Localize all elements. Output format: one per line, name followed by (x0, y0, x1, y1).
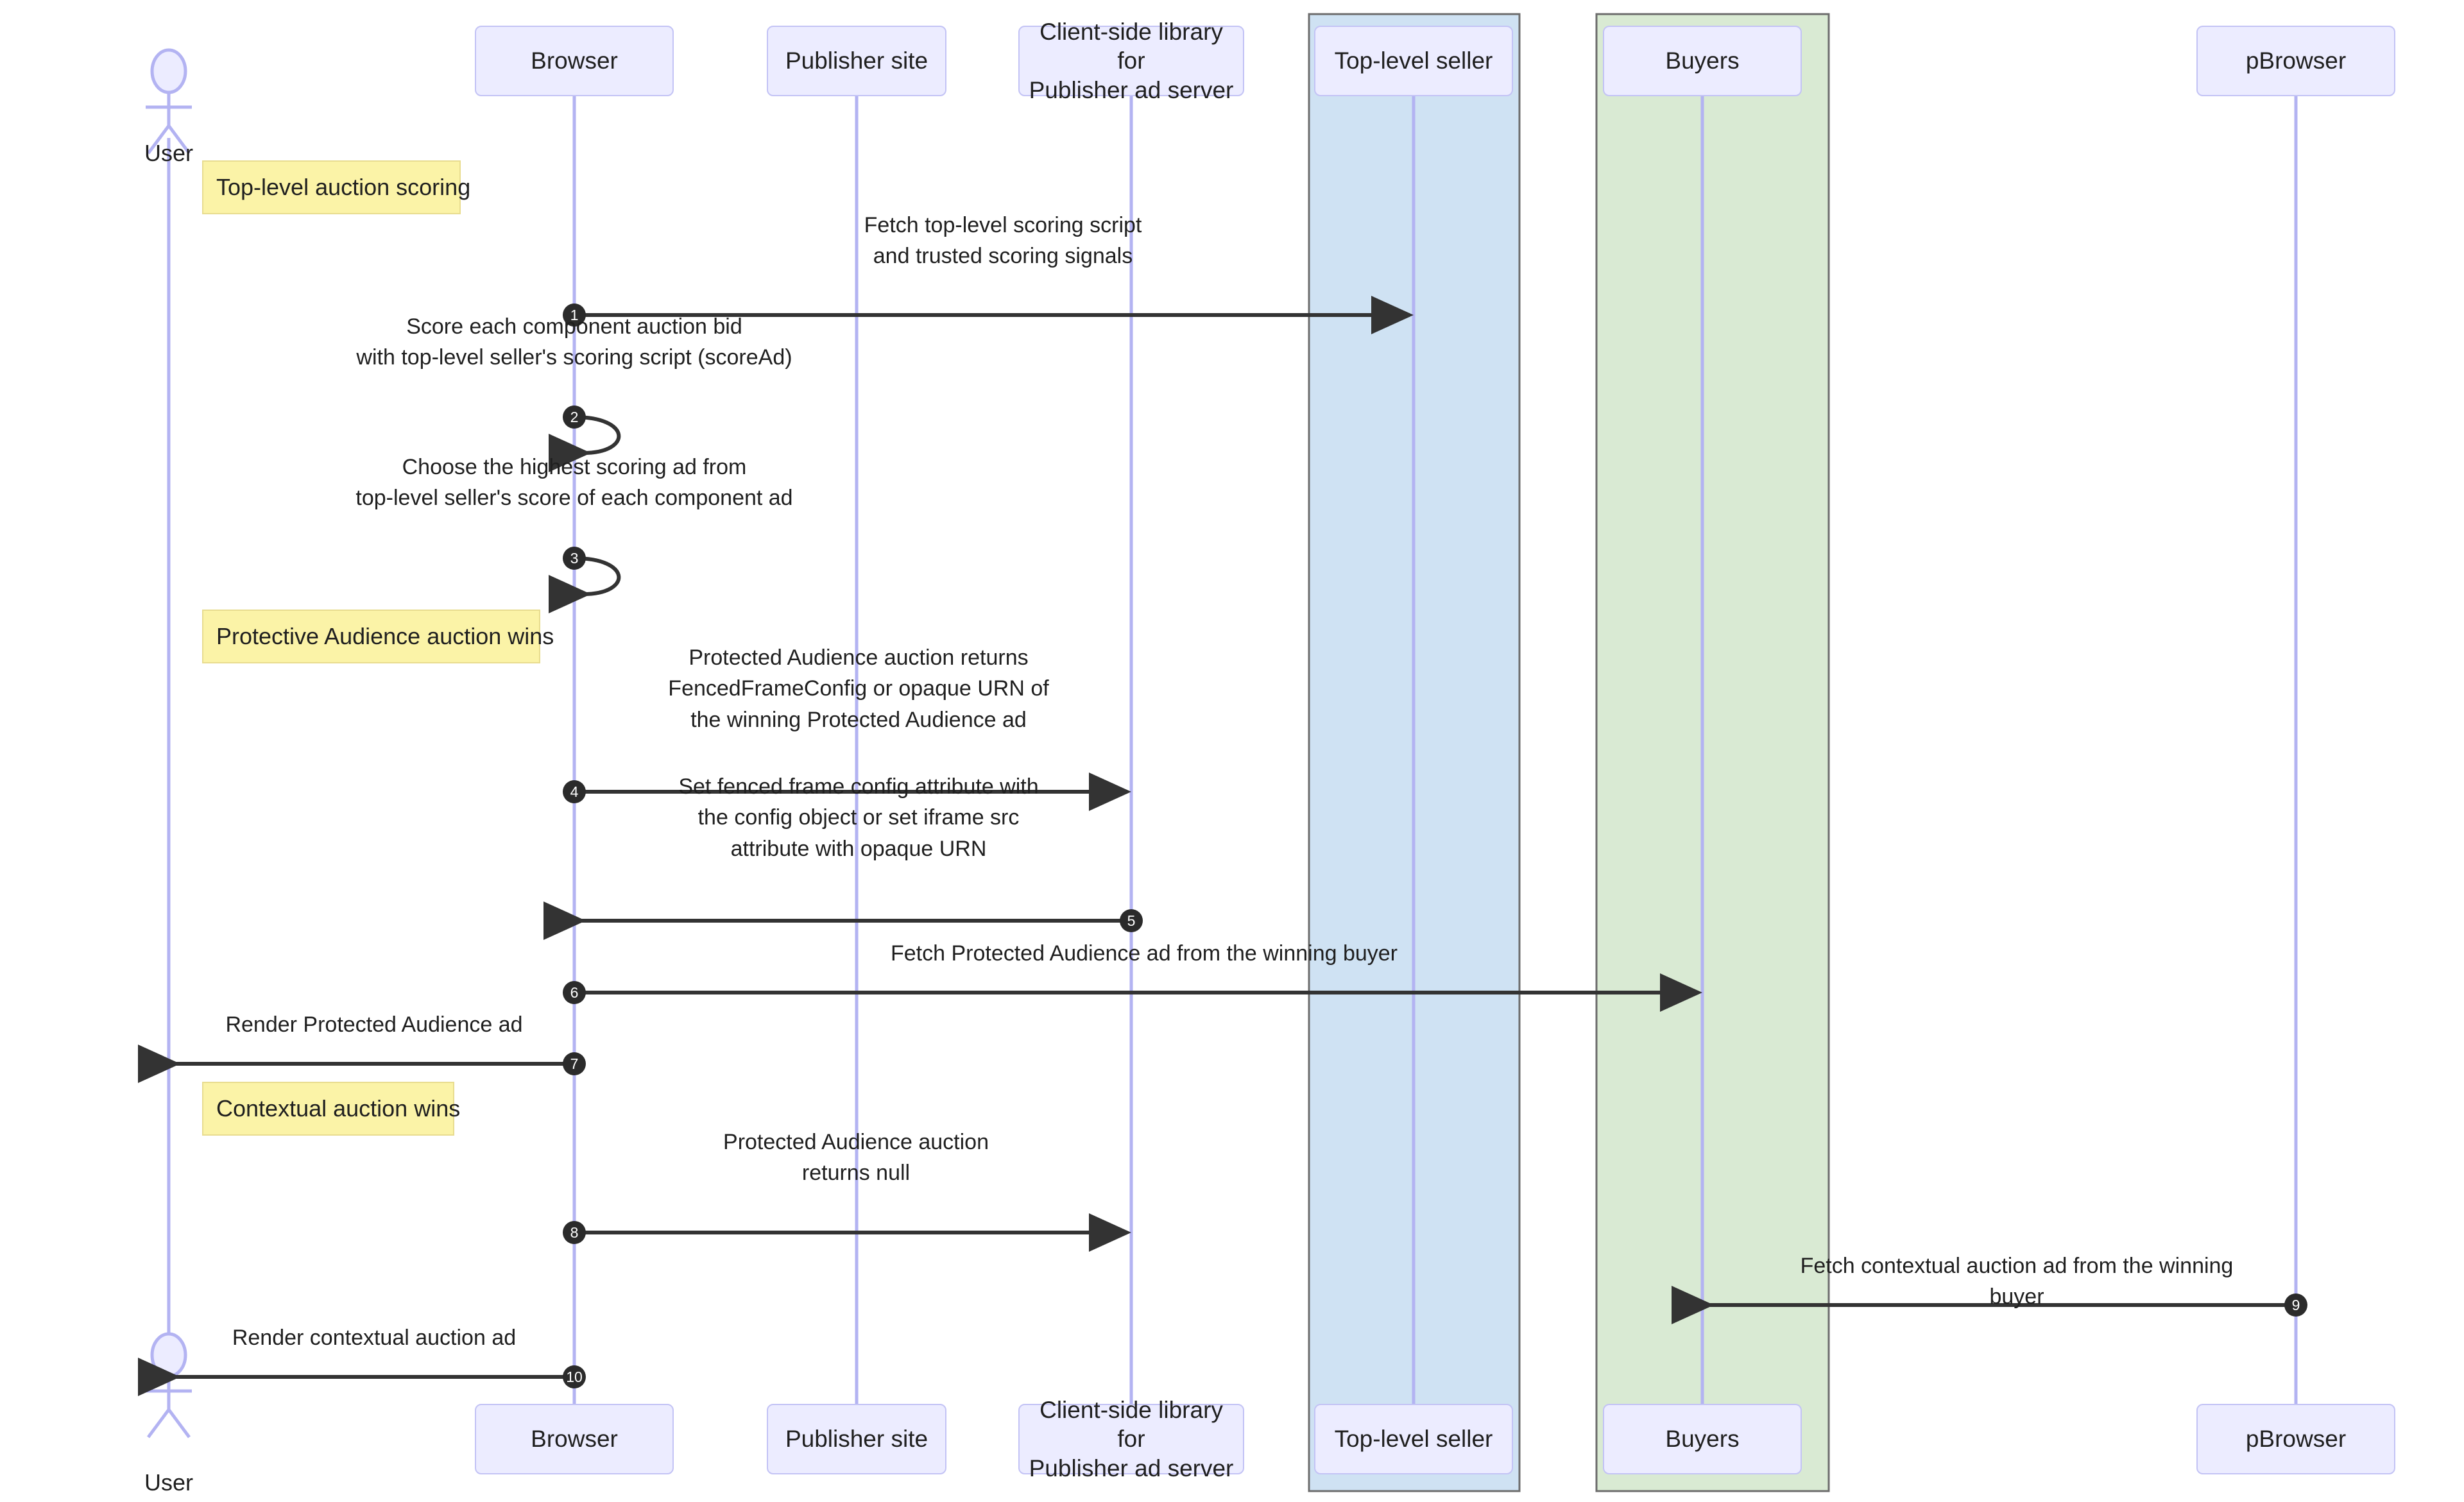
participant-box-clientlib-bot[interactable]: Client-side library for Publisher ad ser… (1018, 1397, 1244, 1481)
message-seq-badge-5[interactable]: 5 (1120, 909, 1143, 932)
message-seq-badge-8[interactable]: 8 (563, 1221, 586, 1244)
message-label-3: Choose the highest scoring ad from top-l… (355, 455, 793, 511)
message-label-7: Render Protected Audience ad (225, 1012, 523, 1037)
note-contextual-auction-wins: Contextual auction wins (202, 1082, 460, 1136)
message-label-1: Fetch top-level scoring script and trust… (864, 213, 1142, 269)
message-seq-badge-4[interactable]: 4 (563, 780, 586, 803)
participant-box-pubsite-bot[interactable]: Publisher site (767, 1404, 946, 1474)
message-seq-badge-7[interactable]: 7 (563, 1052, 586, 1075)
participant-box-pbrowser-top[interactable]: pBrowser (2196, 26, 2395, 96)
message-label-10: Render contextual auction ad (232, 1326, 517, 1350)
participant-box-tlseller-bot[interactable]: Top-level seller (1314, 1404, 1513, 1474)
participant-box-pbrowser-bot[interactable]: pBrowser (2196, 1404, 2395, 1474)
message-label-6: Fetch Protected Audience ad from the win… (890, 941, 1398, 966)
message-label-5: Set fenced frame config attribute with t… (678, 774, 1039, 861)
participant-box-buyers-bot[interactable]: Buyers (1603, 1404, 1802, 1474)
note-top-level-auction-scoring: Top-level auction scoring (202, 160, 470, 214)
actor-label-user-top: User (144, 140, 194, 166)
message-seq-badge-2[interactable]: 2 (563, 405, 586, 429)
participant-box-browser-bot[interactable]: Browser (475, 1404, 674, 1474)
message-label-8: Protected Audience auction returns null (723, 1130, 989, 1186)
message-seq-badge-3[interactable]: 3 (563, 547, 586, 570)
participant-box-pubsite-top[interactable]: Publisher site (767, 26, 946, 96)
message-seq-badge-9[interactable]: 9 (2284, 1293, 2307, 1317)
actor-label-user-bottom: User (144, 1469, 194, 1496)
message-label-9: Fetch contextual auction ad from the win… (1800, 1254, 2234, 1310)
note-protective-audience-wins: Protective Audience auction wins (202, 610, 554, 663)
participant-box-tlseller-top[interactable]: Top-level seller (1314, 26, 1513, 96)
sequence-diagram-canvas: SellersBuyersUserUserBrowserBrowserPubli… (0, 0, 2464, 1502)
message-seq-badge-10[interactable]: 10 (563, 1365, 586, 1388)
participant-box-clientlib-top[interactable]: Client-side library for Publisher ad ser… (1018, 19, 1244, 103)
message-label-2: Score each component auction bid with to… (356, 314, 792, 370)
participant-box-browser-top[interactable]: Browser (475, 26, 674, 96)
message-seq-badge-6[interactable]: 6 (563, 981, 586, 1004)
message-label-4: Protected Audience auction returns Fence… (668, 645, 1049, 732)
participant-box-buyers-top[interactable]: Buyers (1603, 26, 1802, 96)
